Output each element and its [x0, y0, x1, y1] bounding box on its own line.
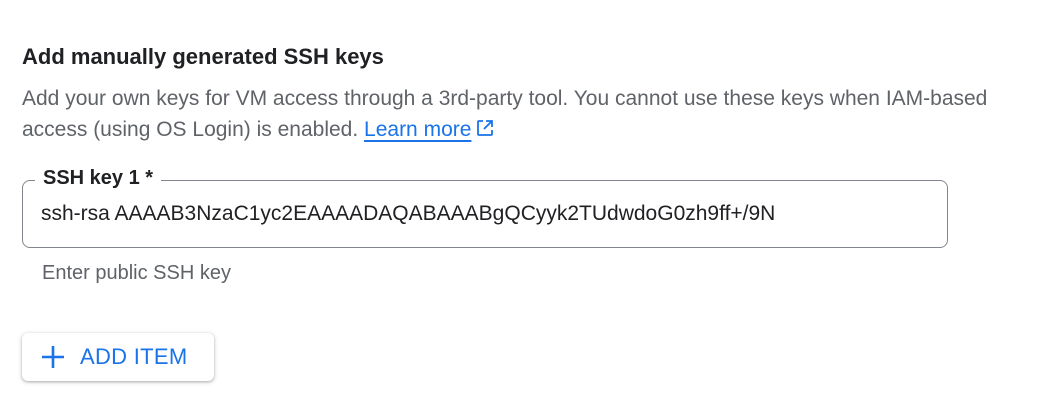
section-description: Add your own keys for VM access through …	[22, 83, 1022, 147]
external-link-icon	[475, 116, 495, 147]
ssh-key-field: SSH key 1 *	[22, 166, 948, 248]
ssh-key-field-label: SSH key 1 *	[35, 166, 162, 190]
plus-icon	[40, 344, 66, 370]
description-text: Add your own keys for VM access through …	[22, 87, 988, 141]
ssh-key-input[interactable]	[41, 199, 931, 229]
add-item-label: ADD ITEM	[80, 344, 188, 369]
learn-more-label: Learn more	[364, 118, 472, 141]
section-title: Add manually generated SSH keys	[22, 44, 384, 69]
learn-more-link[interactable]: Learn more	[364, 118, 495, 141]
ssh-key-helper-text: Enter public SSH key	[42, 262, 231, 284]
add-item-button[interactable]: ADD ITEM	[22, 333, 214, 381]
